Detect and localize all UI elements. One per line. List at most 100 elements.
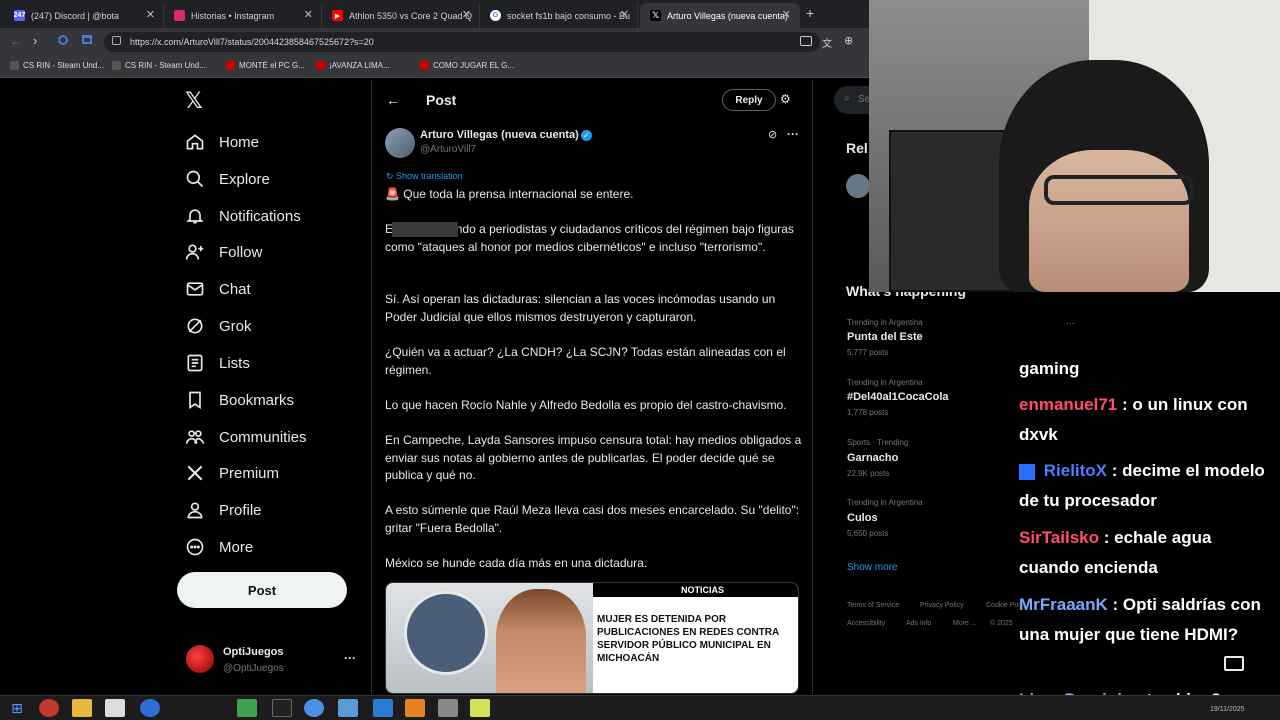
- sidebar-item-more[interactable]: More: [185, 533, 253, 561]
- app-icon[interactable]: [470, 699, 490, 717]
- chat-message: gaming: [1019, 359, 1080, 378]
- footer-link[interactable]: More ...: [953, 620, 977, 627]
- trend-item[interactable]: Punta del Este: [847, 331, 923, 343]
- close-icon[interactable]: ✕: [146, 8, 155, 21]
- tweet-paragraph: En Campeche, Layda Sansores impuso censu…: [385, 433, 802, 482]
- footer-link[interactable]: Privacy Policy: [920, 602, 964, 609]
- translate-icon[interactable]: 文: [822, 35, 832, 50]
- home-browser-icon[interactable]: [82, 35, 92, 44]
- app-icon[interactable]: [105, 699, 125, 717]
- back-arrow-icon[interactable]: ←: [386, 92, 400, 108]
- home-icon: [186, 134, 204, 150]
- tab-google[interactable]: G socket fs1b bajo consumo - Bu ✕: [480, 3, 638, 28]
- post-button[interactable]: Post: [177, 572, 347, 608]
- messages-drawer-icon[interactable]: [1224, 656, 1244, 671]
- app-icon[interactable]: [405, 699, 425, 717]
- bookmark-item[interactable]: COMO JUGAR EL G...: [420, 61, 514, 70]
- cast-icon[interactable]: [800, 36, 812, 46]
- media-photo: [386, 583, 593, 693]
- app-icon[interactable]: [373, 699, 393, 717]
- app-icon[interactable]: [438, 699, 458, 717]
- sidebar-item-lists[interactable]: Lists: [185, 349, 250, 377]
- sidebar-item-profile[interactable]: Profile: [185, 496, 262, 524]
- account-menu-icon[interactable]: ···: [344, 651, 356, 665]
- back-arrow-icon[interactable]: ←: [10, 34, 22, 48]
- avatar[interactable]: [186, 645, 214, 673]
- browser-icon[interactable]: [304, 699, 324, 717]
- sidebar-item-explore[interactable]: Explore: [185, 165, 270, 193]
- chat-username: MrFraaanK: [1019, 595, 1108, 614]
- chat-username: RielitoX: [1043, 461, 1108, 480]
- bookmark-item[interactable]: CS RIN - Steam Und...: [10, 61, 104, 70]
- tweet-paragraph: ¿Quién va a actuar? ¿La CNDH? ¿La SCJN? …: [385, 345, 786, 377]
- app-icon[interactable]: [140, 699, 160, 717]
- bookmark-item[interactable]: ¡AVANZA LIMA...: [316, 61, 390, 70]
- trend-count: 22.9K posts: [847, 469, 890, 478]
- bookmark-icon: [189, 391, 201, 410]
- folder-icon[interactable]: [72, 699, 92, 717]
- trend-item[interactable]: Culos: [847, 512, 878, 524]
- relevant-people-heading: Rel: [846, 140, 868, 156]
- author-avatar[interactable]: [385, 128, 415, 158]
- reload-icon[interactable]: [58, 35, 68, 45]
- tab-instagram[interactable]: Historias • Instagram ✕: [164, 3, 322, 28]
- zoom-icon[interactable]: ⊕: [844, 34, 853, 47]
- close-icon[interactable]: ✕: [620, 8, 629, 21]
- sidebar-item-notifications[interactable]: Notifications: [185, 202, 301, 230]
- terminal-icon[interactable]: [272, 699, 292, 717]
- bookmark-item[interactable]: MONTÉ el PC G...: [226, 61, 305, 70]
- close-icon[interactable]: ✕: [462, 8, 471, 21]
- search-input[interactable]: ⌕ Se: [834, 86, 874, 114]
- site-info-icon[interactable]: [112, 36, 121, 45]
- news-badge: NOTICIAS: [681, 585, 725, 595]
- tweet-paragraph: A esto súmenle que Raúl Meza lleva casi …: [385, 503, 800, 535]
- close-icon[interactable]: ✕: [304, 8, 313, 21]
- settings-icon[interactable]: ⚙: [780, 92, 791, 106]
- app-icon[interactable]: [338, 699, 358, 717]
- bookmarks-bar: CS RIN - Steam Und... CS RIN - Steam Und…: [0, 56, 870, 78]
- youtube-icon: [226, 61, 235, 70]
- footer-link[interactable]: Ads info: [906, 620, 931, 627]
- x-logo-icon[interactable]: 𝕏: [185, 88, 203, 114]
- x-logo-icon: [187, 465, 203, 481]
- show-translation-link[interactable]: ↻ Show translation: [386, 171, 463, 182]
- sidebar-item-chat[interactable]: Chat: [185, 275, 251, 303]
- tab-label: socket fs1b bajo consumo - Bu: [507, 10, 631, 21]
- grok-icon[interactable]: ⊘: [768, 128, 777, 141]
- author-name[interactable]: Arturo Villegas (nueva cuenta): [420, 129, 579, 141]
- tab-discord[interactable]: 247 (247) Discord | @bota ✕: [4, 3, 164, 28]
- sidebar-item-premium[interactable]: Premium: [185, 459, 279, 487]
- trend-item[interactable]: Garnacho: [847, 452, 898, 464]
- youtube-icon: [420, 61, 429, 70]
- footer-link[interactable]: Accessibility: [847, 620, 885, 627]
- author-handle[interactable]: @ArturoVill7: [420, 144, 476, 155]
- more-options-icon[interactable]: ···: [787, 127, 799, 141]
- reply-button[interactable]: Reply: [722, 89, 776, 111]
- tab-youtube[interactable]: ▶ Athlon 5350 vs Core 2 Quad Q ✕: [322, 3, 480, 28]
- page-title: Post: [426, 92, 457, 108]
- app-icon[interactable]: [39, 699, 59, 717]
- profile-icon: [187, 502, 203, 519]
- footer-link[interactable]: Terms of Service: [847, 602, 899, 609]
- sidebar-item-grok[interactable]: Grok: [185, 312, 252, 340]
- forward-arrow-icon[interactable]: ›: [33, 33, 37, 48]
- media-photo-circle: [404, 591, 488, 675]
- sidebar-item-communities[interactable]: Communities: [185, 423, 307, 451]
- youtube-icon: ▶: [332, 10, 343, 21]
- bookmark-item[interactable]: CS RIN - Steam Und...: [112, 61, 206, 70]
- show-more-link[interactable]: Show more: [847, 562, 898, 573]
- chat-message: SirTailsko : echale agua cuando encienda: [1019, 528, 1212, 577]
- app-icon[interactable]: [237, 699, 257, 717]
- tab-x-active[interactable]: 𝕏 Arturo Villegas (nueva cuenta) ✕: [640, 3, 800, 28]
- new-tab-button[interactable]: +: [806, 5, 814, 21]
- trend-item[interactable]: #Del40al1CocaCola: [847, 391, 949, 403]
- close-icon[interactable]: ✕: [782, 8, 791, 21]
- address-bar[interactable]: https://x.com/ArturoVill7/status/2004423…: [104, 32, 820, 52]
- sidebar-item-bookmarks[interactable]: Bookmarks: [185, 386, 294, 414]
- tweet-media[interactable]: NOTICIAS MUJER ES DETENIDA POR PUBLICACI…: [385, 582, 799, 694]
- relevant-avatar[interactable]: [846, 174, 870, 198]
- windows-start-icon[interactable]: ⊞: [7, 699, 27, 717]
- sidebar-item-home[interactable]: Home: [185, 128, 259, 156]
- sidebar-item-follow[interactable]: Follow: [185, 238, 262, 266]
- trend-more-icon[interactable]: ...: [1066, 316, 1074, 327]
